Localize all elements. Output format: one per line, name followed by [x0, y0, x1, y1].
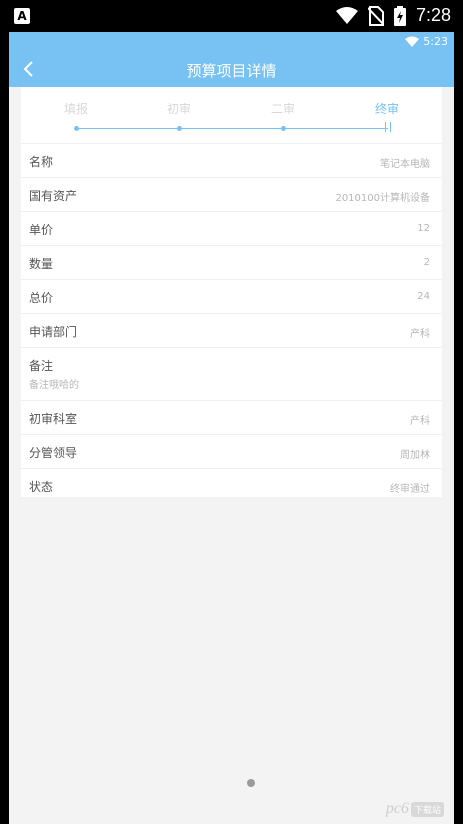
step-dot [177, 126, 182, 131]
step-dot [74, 126, 79, 131]
step-progress-line [76, 128, 388, 129]
field-value: 2 [423, 257, 430, 268]
list-item: 分管领导 周加林 [21, 434, 442, 468]
field-label: 数量 [29, 257, 54, 271]
inner-clock: 5:23 [423, 35, 448, 48]
page-indicator-dot [247, 779, 255, 787]
app-screen: 5:23 预算项目详情 填报 初审 二审 终审 名称 笔记本电脑 国有资产 20… [9, 32, 454, 824]
field-value: 产科 [410, 416, 430, 427]
field-label: 名称 [29, 155, 54, 169]
step-label-fill: 填报 [63, 102, 88, 116]
list-item: 数量 2 [21, 245, 442, 279]
list-item: 单价 12 [21, 211, 442, 245]
field-value: 2010100计算机设备 [335, 193, 430, 204]
wifi-icon [405, 36, 420, 47]
field-label: 单价 [29, 223, 54, 237]
field-list: 名称 笔记本电脑 国有资产 2010100计算机设备 单价 12 数量 2 总价… [21, 143, 442, 502]
wifi-icon [335, 6, 358, 24]
field-value: 12 [417, 223, 430, 234]
approval-progress: 填报 初审 二审 终审 [21, 87, 442, 142]
field-label: 状态 [29, 480, 54, 494]
inner-status-bar: 5:23 [405, 35, 448, 48]
system-status-icons: 7:28 [335, 5, 451, 26]
step-dot [281, 126, 286, 131]
no-sim-icon [367, 5, 384, 26]
field-value: 24 [417, 291, 430, 302]
app-notification-icon: A [14, 8, 30, 24]
field-label: 国有资产 [29, 189, 78, 203]
list-item: 总价 24 [21, 279, 442, 313]
page-title: 预算项目详情 [186, 62, 277, 80]
watermark-logo: pc6 下载站 [386, 800, 444, 818]
watermark-text: pc6 [385, 800, 409, 817]
system-clock: 7:28 [415, 5, 451, 25]
step-label-final-review: 终审 [374, 102, 399, 116]
field-value: 终审通过 [390, 484, 430, 495]
field-value: 笔记本电脑 [380, 159, 430, 170]
field-value: 产科 [410, 329, 430, 340]
list-item: 初审科室 产科 [21, 400, 442, 434]
field-value: 周加林 [400, 450, 430, 461]
field-label: 总价 [29, 291, 54, 305]
field-note: 备注哦哈的 [29, 380, 79, 391]
field-label: 申请部门 [29, 325, 78, 339]
step-label-first-review: 初审 [166, 102, 191, 116]
field-label: 分管领导 [29, 446, 78, 460]
battery-charging-icon [393, 5, 406, 26]
detail-card: 填报 初审 二审 终审 名称 笔记本电脑 国有资产 2010100计算机设备 单… [21, 87, 442, 497]
list-item: 申请部门 产科 [21, 313, 442, 347]
list-item: 国有资产 2010100计算机设备 [21, 177, 442, 211]
step-end-marker [385, 122, 391, 132]
watermark-badge: 下载站 [410, 801, 444, 817]
list-item: 名称 笔记本电脑 [21, 143, 442, 177]
app-header: 5:23 预算项目详情 [9, 32, 454, 87]
field-label: 初审科室 [29, 412, 78, 426]
list-item: 备注 备注哦哈的 [21, 347, 442, 400]
system-status-bar: A 7:28 [0, 0, 463, 32]
list-item: 状态 终审通过 [21, 468, 442, 502]
step-label-second-review: 二审 [270, 102, 295, 116]
field-label: 备注 [29, 359, 54, 373]
